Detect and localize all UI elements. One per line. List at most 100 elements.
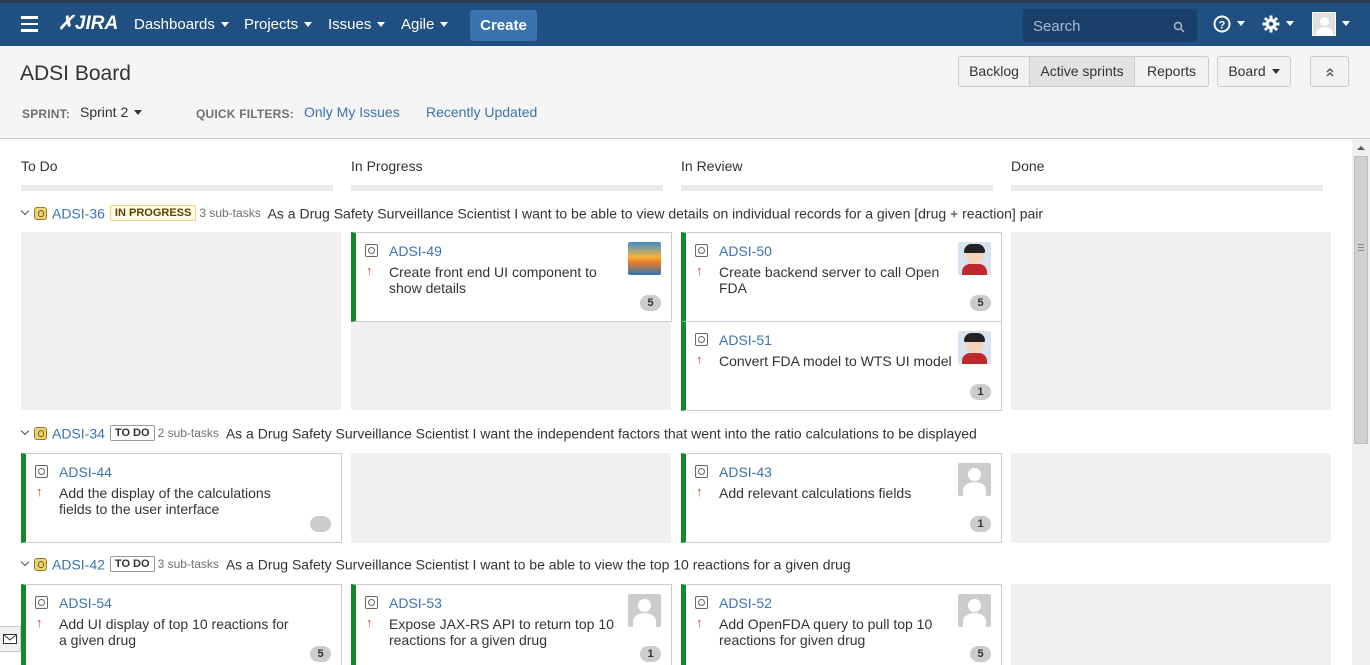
issue-key[interactable]: ADSI-52 xyxy=(719,595,772,611)
column-cell xyxy=(21,232,341,410)
issue-card[interactable]: ADSI-51 ↑ Convert FDA model to WTS UI mo… xyxy=(681,321,1002,411)
subtask-icon xyxy=(695,596,708,609)
priority-high-icon: ↑ xyxy=(696,484,703,499)
priority-high-icon: ↑ xyxy=(36,615,43,630)
assignee-avatar[interactable] xyxy=(628,594,661,627)
nav-issues[interactable]: Issues xyxy=(328,16,386,33)
feedback-button[interactable] xyxy=(0,626,21,652)
issue-key[interactable]: ADSI-44 xyxy=(59,464,112,480)
issue-key[interactable]: ADSI-49 xyxy=(389,243,442,259)
priority-high-icon: ↑ xyxy=(696,352,703,367)
chevron-down-icon[interactable] xyxy=(20,557,30,567)
summary-line: Add relevant calculations fields xyxy=(719,485,912,501)
column-bar xyxy=(1011,185,1323,191)
double-chevron-up-icon xyxy=(1325,68,1334,77)
search-icon xyxy=(1173,21,1185,33)
issue-summary: Add OpenFDA query to pull top 10 reaction… xyxy=(719,616,932,648)
estimate-badge xyxy=(310,516,331,532)
user-menu[interactable] xyxy=(1312,12,1350,36)
issue-card[interactable]: ADSI-54 ↑ Add UI display of top 10 react… xyxy=(21,584,342,665)
nav-agile[interactable]: Agile xyxy=(401,16,449,33)
swimlane-header[interactable]: ADSI-34 TO DO 2 sub-tasks As a Drug Safety… xyxy=(20,424,977,442)
priority-high-icon: ↑ xyxy=(366,263,373,278)
gear-icon xyxy=(1262,15,1280,33)
summary-line: Create backend server to call Open xyxy=(719,264,940,280)
swimlane-key[interactable]: ADSI-34 xyxy=(52,425,105,441)
assignee-avatar[interactable] xyxy=(628,242,661,275)
column-cell xyxy=(1011,453,1331,543)
issue-key[interactable]: ADSI-50 xyxy=(719,243,772,259)
swimlane-key[interactable]: ADSI-42 xyxy=(52,556,105,572)
assignee-avatar[interactable] xyxy=(958,331,991,364)
chevron-down-icon[interactable] xyxy=(20,426,30,436)
jira-logo-text: JIRA xyxy=(74,13,119,34)
search-input[interactable]: Search xyxy=(1023,9,1197,42)
issue-summary: Expose JAX-RS API to return top 10 reacti… xyxy=(389,616,614,648)
swimlane-summary: As a Drug Safety Surveillance Scientist … xyxy=(225,425,977,442)
active-sprints-button[interactable]: Active sprints xyxy=(1029,56,1135,87)
filter-only-my-issues[interactable]: Only My Issues xyxy=(304,104,400,120)
priority-high-icon: ↑ xyxy=(696,263,703,278)
subtask-count: 3 sub-tasks xyxy=(157,557,219,572)
scroll-up-arrow-icon[interactable] xyxy=(1352,141,1370,155)
backlog-button[interactable]: Backlog xyxy=(958,56,1030,87)
assignee-avatar[interactable] xyxy=(958,594,991,627)
estimate-badge: 1 xyxy=(640,646,661,662)
board-menu-label: Board xyxy=(1228,63,1266,79)
issue-key[interactable]: ADSI-53 xyxy=(389,595,442,611)
create-button[interactable]: Create xyxy=(470,10,537,41)
issue-key[interactable]: ADSI-51 xyxy=(719,332,772,348)
issue-card[interactable]: ADSI-50 ↑ Create backend server to call … xyxy=(681,232,1002,322)
subtask-count: 3 sub-tasks xyxy=(199,206,261,221)
summary-line: FDA xyxy=(719,280,747,296)
sprint-selector[interactable]: Sprint 2 xyxy=(80,104,143,120)
summary-line: reactions for a given drug xyxy=(389,632,547,648)
summary-line: show details xyxy=(389,280,467,296)
hamburger-icon[interactable] xyxy=(21,16,38,32)
estimate-badge: 5 xyxy=(640,295,661,311)
issue-card[interactable]: ADSI-44 ↑ Add the display of the calcula… xyxy=(21,453,342,543)
issue-card[interactable]: ADSI-52 ↑ Add OpenFDA query to pull top … xyxy=(681,584,1002,665)
issue-card[interactable]: ADSI-43 ↑ Add relevant calculations fiel… xyxy=(681,453,1002,543)
page-title: ADSI Board xyxy=(20,62,131,85)
chevron-down-icon xyxy=(1286,20,1294,26)
estimate-badge: 5 xyxy=(310,646,331,662)
filter-recently-updated[interactable]: Recently Updated xyxy=(426,104,537,120)
assignee-avatar[interactable] xyxy=(958,242,991,275)
vertical-scrollbar[interactable] xyxy=(1352,139,1370,665)
scrollbar-thumb[interactable] xyxy=(1354,156,1368,444)
summary-line: fields to the user interface xyxy=(59,501,220,517)
board-menu-button[interactable]: Board xyxy=(1217,56,1291,87)
reports-button[interactable]: Reports xyxy=(1134,56,1209,87)
swimlane-summary: As a Drug Safety Surveillance Scientist … xyxy=(225,556,851,573)
subtask-count: 2 sub-tasks xyxy=(157,426,219,441)
priority-high-icon: ↑ xyxy=(366,615,373,630)
settings-menu[interactable] xyxy=(1262,15,1294,33)
column-header-in-progress: In Progress xyxy=(351,158,423,174)
issue-card[interactable]: ADSI-53 ↑ Expose JAX-RS API to return to… xyxy=(351,584,672,665)
issue-summary: Add relevant calculations fields xyxy=(719,485,911,501)
issue-key[interactable]: ADSI-54 xyxy=(59,595,112,611)
issue-key[interactable]: ADSI-43 xyxy=(719,464,772,480)
assignee-avatar[interactable] xyxy=(958,463,991,496)
nav-dashboards[interactable]: Dashboards xyxy=(134,16,229,33)
nav-projects[interactable]: Projects xyxy=(244,16,313,33)
column-header-done: Done xyxy=(1011,158,1045,174)
jira-logo[interactable]: ✗JIRA xyxy=(58,12,118,35)
summary-line: reactions for given drug xyxy=(719,632,866,648)
chevron-down-icon[interactable] xyxy=(20,206,30,216)
subtask-icon xyxy=(365,244,378,257)
swimlane-header[interactable]: ADSI-42 TO DO 3 sub-tasks As a Drug Safety… xyxy=(20,555,851,573)
nav-agile-label: Agile xyxy=(401,16,435,33)
collapse-header-button[interactable] xyxy=(1310,56,1349,87)
envelope-icon xyxy=(3,634,17,644)
swimlane-key[interactable]: ADSI-36 xyxy=(52,205,105,221)
subtask-icon xyxy=(695,465,708,478)
svg-text:?: ? xyxy=(1219,20,1226,32)
swimlane-header[interactable]: ADSI-36 IN PROGRESS 3 sub-tasks As a Drug … xyxy=(20,204,1044,222)
issue-card[interactable]: ADSI-49 ↑ Create front end UI component … xyxy=(351,232,672,322)
help-menu[interactable]: ? xyxy=(1213,15,1245,33)
story-icon xyxy=(34,426,47,440)
subtask-icon xyxy=(365,596,378,609)
swimlane-summary: As a Drug Safety Surveillance Scientist … xyxy=(267,205,1044,222)
